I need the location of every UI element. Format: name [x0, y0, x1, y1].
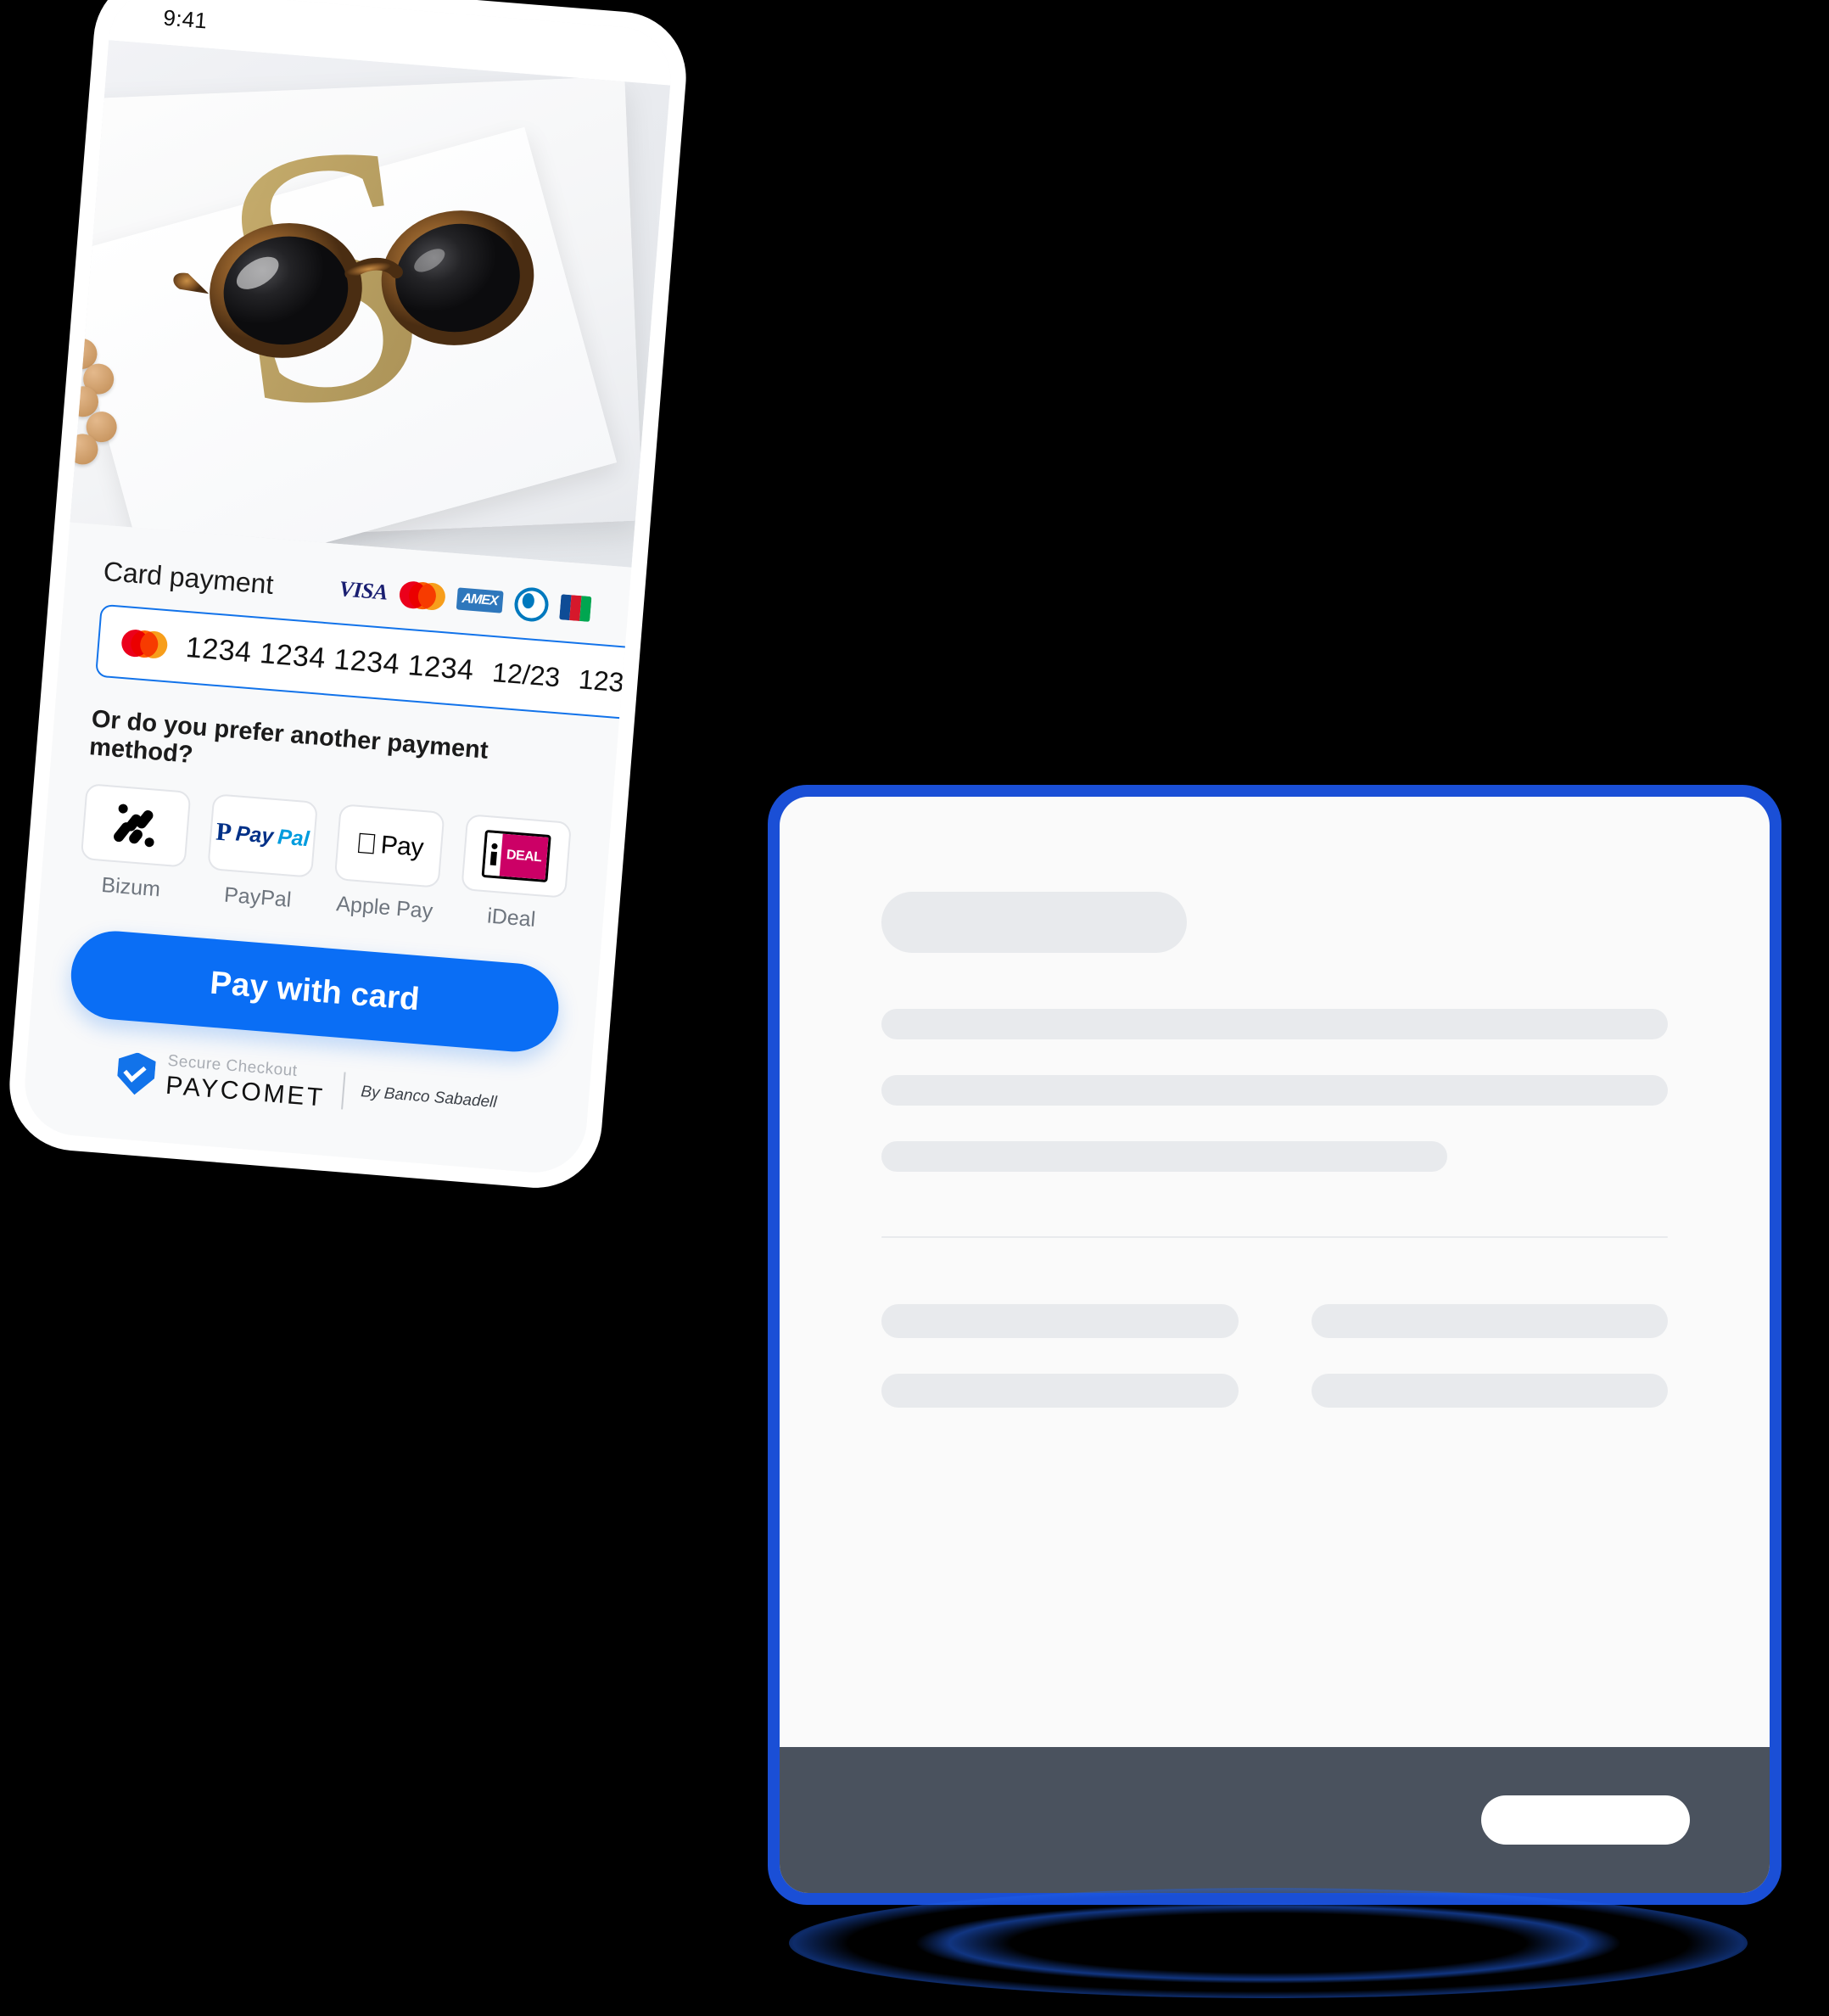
phone-mockup: 9:41 S: [4, 0, 691, 1193]
alternative-methods-title: Or do you prefer another payment method?: [88, 705, 489, 769]
wooden-beads: [70, 338, 170, 498]
card-cvc-value: 123: [577, 663, 625, 697]
ideal-icon: DEAL: [481, 829, 551, 883]
skeleton-line: [881, 1075, 1668, 1106]
bizum-icon: [111, 802, 159, 849]
skeleton-grid-block: [1311, 1374, 1668, 1408]
browser-panel-content: [780, 797, 1770, 1893]
skeleton-title-block: [881, 892, 1187, 953]
ideal-mark: DEAL: [499, 833, 549, 880]
payment-methods-list: Bizum P Pay Pal PayPal Pay Apple Pay DEA…: [77, 783, 573, 935]
payment-method-paypal[interactable]: P Pay Pal PayPal: [204, 793, 319, 915]
footer-divider: [340, 1071, 346, 1110]
payment-method-apple-pay[interactable]:  Pay Apple Pay: [331, 804, 445, 925]
card-payment-title: Card payment: [102, 555, 275, 600]
paypal-icon: P Pay Pal: [215, 818, 310, 854]
secure-checkout-footer: Secure Checkout PAYCOMET By Banco Sabade…: [62, 1044, 553, 1130]
paypal-mark: P: [215, 817, 233, 847]
skeleton-content: [780, 797, 1770, 1747]
skeleton-grid: [881, 1304, 1668, 1408]
apple-pay-button[interactable]:  Pay: [333, 804, 445, 888]
apple-logo-icon: : [355, 827, 378, 861]
pay-with-card-button[interactable]: Pay with card: [67, 927, 562, 1056]
card-number-value: 1234 1234 1234 1234: [184, 630, 475, 686]
browser-panel: [768, 785, 1781, 1905]
amex-icon: AMEX: [456, 585, 504, 614]
paypal-word-pay: Pay: [234, 820, 275, 848]
paypal-word-pal: Pal: [277, 824, 310, 851]
paycomet-block: Secure Checkout PAYCOMET: [165, 1052, 327, 1112]
diners-icon: [512, 585, 551, 623]
skeleton-line: [881, 1009, 1668, 1039]
ground-glow-ellipse: [789, 1888, 1748, 1998]
apple-pay-word: Pay: [368, 830, 425, 862]
skeleton-divider: [881, 1236, 1668, 1238]
apple-pay-label: Apple Pay: [335, 892, 434, 924]
payment-method-bizum[interactable]: Bizum: [77, 783, 192, 904]
card-brand-icon: [120, 628, 169, 660]
checkout-panel: Card payment VISA AMEX 1234 1234 1234 12…: [20, 522, 642, 1177]
bizum-label: Bizum: [100, 872, 161, 902]
browser-footer: [780, 1747, 1770, 1893]
ideal-label: iDeal: [486, 904, 537, 932]
paypal-label: PayPal: [223, 882, 293, 912]
jcb-icon: [559, 594, 592, 623]
footer-action-button[interactable]: [1481, 1795, 1690, 1845]
shield-check-icon: [115, 1051, 156, 1096]
phone-screen: 9:41 S: [20, 0, 675, 1177]
skeleton-lines: [881, 1009, 1668, 1172]
product-image: S: [70, 40, 671, 568]
skeleton-grid-block: [881, 1374, 1239, 1408]
provider-text: By Banco Sabadell: [360, 1082, 498, 1112]
apple-pay-icon:  Pay: [355, 827, 425, 863]
skeleton-line: [881, 1141, 1448, 1172]
payment-method-ideal[interactable]: DEAL iDeal: [458, 814, 573, 935]
visa-icon: VISA: [338, 576, 389, 605]
skeleton-grid-block: [1311, 1304, 1668, 1338]
status-bar-time: 9:41: [162, 3, 209, 34]
ideal-button[interactable]: DEAL: [461, 814, 573, 899]
card-expiry-value: 12/23: [490, 656, 562, 692]
skeleton-grid-block: [881, 1304, 1239, 1338]
phone-frame: 9:41 S: [4, 0, 691, 1193]
mastercard-icon: [398, 580, 446, 612]
paypal-button[interactable]: P Pay Pal: [207, 793, 319, 878]
accepted-card-brands: VISA AMEX: [338, 575, 592, 626]
bizum-button[interactable]: [80, 783, 192, 868]
